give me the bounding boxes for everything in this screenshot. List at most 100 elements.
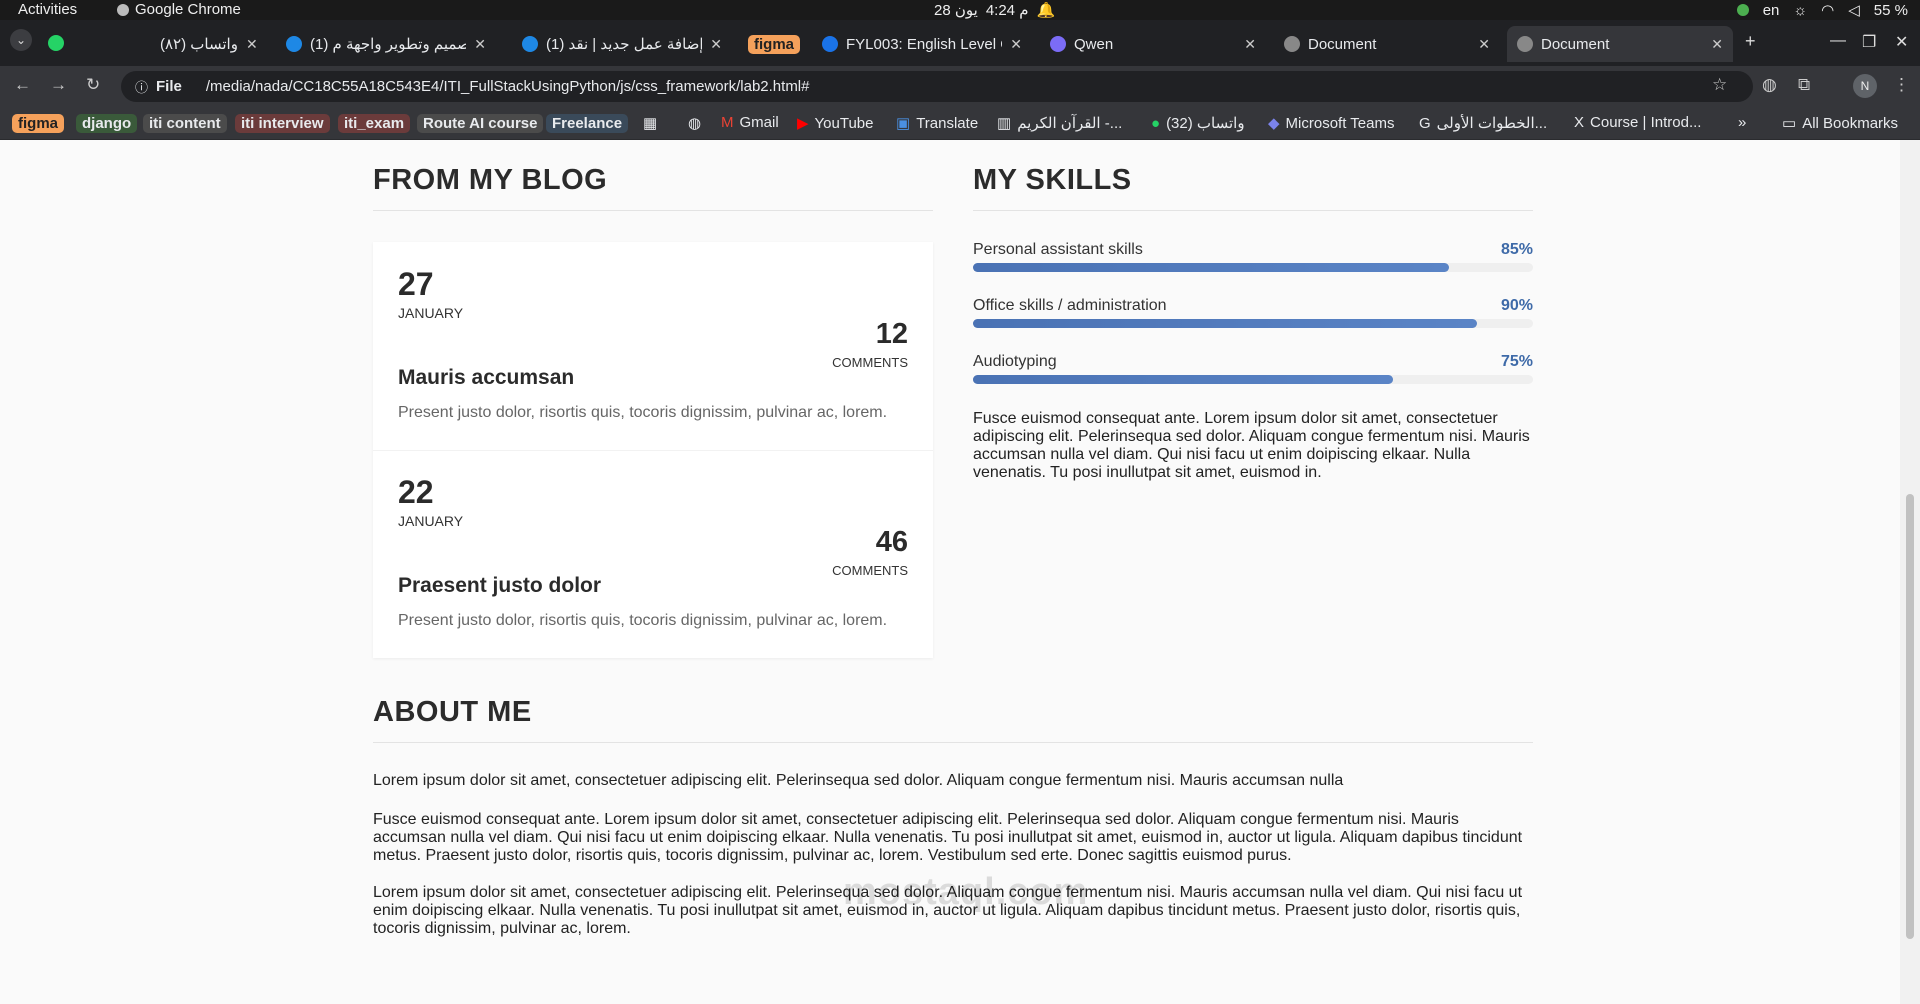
tab-design[interactable]: (1) تصميم وتطوير واجهة م... ✕ (276, 26, 496, 62)
bookmark-freelance[interactable]: Freelance (546, 114, 629, 133)
close-icon[interactable]: ✕ (1010, 36, 1022, 53)
reload-icon[interactable]: ↻ (86, 75, 100, 95)
post-comments-label: COMMENTS (832, 355, 908, 370)
translate-icon[interactable]: ◍ (1762, 75, 1777, 95)
close-window-button[interactable]: ✕ (1895, 32, 1908, 52)
bookmark-figma[interactable]: figma (12, 114, 65, 133)
about-paragraph: Fusce euismod consequat ante. Lorem ipsu… (373, 811, 1523, 864)
bookmarks-bar: figma django iti content iti interview i… (0, 107, 1920, 140)
skill-bar-fill (973, 319, 1477, 328)
bookmark-gmail[interactable]: M Gmail (721, 114, 779, 131)
maximize-button[interactable]: ❐ (1862, 32, 1876, 52)
whatsapp-pinned-tab-icon[interactable] (48, 35, 64, 51)
active-app-menu[interactable]: Google Chrome (117, 1, 241, 18)
tab-add-work[interactable]: (1) إضافة عمل جديد | نقد... ✕ (512, 26, 732, 62)
skill-label: Audiotyping (973, 353, 1057, 370)
new-tab-button[interactable]: + (1745, 31, 1756, 52)
bookmark-iti-content[interactable]: iti content (143, 114, 227, 133)
close-icon[interactable]: ✕ (1244, 36, 1256, 53)
bookmark-route-ai[interactable]: Route AI course (417, 114, 544, 133)
tab-title: Document (1541, 35, 1610, 53)
skill-bar-fill (973, 375, 1393, 384)
tab-document-1[interactable]: Document ✕ (1274, 26, 1500, 62)
post-excerpt: Present justo dolor, risortis quis, toco… (398, 404, 888, 421)
translate-icon: ▣ (896, 115, 911, 132)
activities-button[interactable]: Activities (18, 1, 77, 18)
bookmark-whatsapp[interactable]: ● (32) واتساب (1151, 114, 1245, 133)
battery-level: 55 % (1873, 1, 1908, 19)
chrome-icon (117, 3, 129, 16)
blog-post[interactable]: 22 JANUARY 46 COMMENTS Praesent justo do… (373, 450, 933, 658)
tab-strip: ⌄ (٨٢) واتساب ✕ (1) تصميم وتطوير واجهة م… (0, 20, 1920, 66)
page-scrollbar[interactable] (1900, 140, 1920, 1004)
blog-heading-rule (373, 210, 933, 211)
bookmark-iti-interview[interactable]: iti interview (235, 114, 330, 133)
apps-grid-icon[interactable]: ▦ (643, 114, 657, 132)
tab-group-figma[interactable]: figma (738, 26, 808, 62)
blog-card: 27 JANUARY 12 COMMENTS Mauris accumsan P… (373, 242, 933, 658)
tab-search-button[interactable]: ⌄ (10, 29, 32, 51)
bookmark-youtube[interactable]: ▶ YouTube (797, 114, 874, 133)
extensions-icon[interactable]: ⧉ (1798, 75, 1810, 95)
profile-avatar[interactable]: N (1853, 74, 1877, 98)
bookmark-first-steps[interactable]: G الخطوات الأولى... (1419, 114, 1547, 133)
bookmark-star-icon[interactable]: ☆ (1712, 75, 1727, 95)
bookmark-course[interactable]: X Course | Introd... (1574, 114, 1701, 131)
tab-fyl003[interactable]: FYL003: English Level G... ✕ (812, 26, 1032, 62)
clock[interactable]: 28 يون 4:24 م 🔔 (934, 1, 1055, 19)
close-icon[interactable]: ✕ (474, 36, 486, 53)
tab-title: Qwen (1074, 35, 1114, 53)
bookmark-teams[interactable]: ◆ Microsoft Teams (1268, 114, 1394, 133)
bell-icon: 🔔 (1036, 2, 1056, 19)
post-title[interactable]: Mauris accumsan (398, 366, 574, 390)
scrollbar-thumb[interactable] (1906, 494, 1914, 939)
skill-bar-fill (973, 263, 1449, 272)
close-icon[interactable]: ✕ (710, 36, 722, 53)
tab-title: (1) تصميم وتطوير واجهة م... (310, 36, 467, 53)
back-arrow-icon[interactable]: ← (14, 75, 31, 95)
tab-document-active[interactable]: Document ✕ (1507, 26, 1733, 62)
folder-icon: ▭ (1782, 115, 1797, 132)
about-paragraph: Lorem ipsum dolor sit amet, consectetuer… (373, 772, 1344, 789)
globe-icon (1284, 36, 1300, 52)
all-bookmarks-folder[interactable]: ▭ All Bookmarks (1782, 114, 1898, 133)
blog-post[interactable]: 27 JANUARY 12 COMMENTS Mauris accumsan P… (373, 242, 933, 450)
menu-icon[interactable]: ⋮ (1893, 75, 1910, 95)
wifi-icon: ◠ (1821, 2, 1835, 19)
globe-icon[interactable]: ◍ (688, 114, 701, 132)
watermark: mostaql.com (843, 871, 1089, 913)
tab-group-label: figma (748, 34, 801, 54)
url-text[interactable]: /media/nada/CC18C55A18C543E4/ITI_FullSta… (206, 78, 810, 95)
bookmark-iti-exam[interactable]: iti_exam (338, 114, 411, 133)
bookmark-django[interactable]: django (76, 114, 138, 133)
tab-title: (٨٢) واتساب (160, 36, 238, 53)
clock-date: 28 يون (934, 2, 978, 19)
system-tray[interactable]: en ☼ ◠ ◁ 55 % (1736, 1, 1908, 19)
volume-icon: ◁ (1848, 2, 1860, 19)
tab-qwen[interactable]: Qwen ✕ (1040, 26, 1266, 62)
globe-icon (1517, 36, 1533, 52)
language-indicator[interactable]: en (1763, 2, 1780, 19)
x-icon: X (1574, 114, 1585, 131)
bookmark-translate[interactable]: ▣ Translate (896, 114, 978, 133)
post-title[interactable]: Praesent justo dolor (398, 574, 601, 598)
post-excerpt: Present justo dolor, risortis quis, toco… (398, 612, 888, 629)
minimize-button[interactable]: — (1830, 32, 1846, 50)
skills-description: Fusce euismod consequat ante. Lorem ipsu… (973, 410, 1530, 481)
close-icon[interactable]: ✕ (1711, 36, 1723, 53)
close-icon[interactable]: ✕ (1478, 36, 1490, 53)
skill-track (973, 319, 1533, 328)
gmail-icon: M (721, 114, 734, 131)
skill-percent: 75% (1500, 353, 1533, 370)
info-icon[interactable]: ⓘ (135, 77, 148, 96)
bookmark-quran[interactable]: ▥ القرآن الكريم -... (997, 114, 1122, 132)
omnibox[interactable]: ⓘ File /media/nada/CC18C55A18C543E4/ITI_… (121, 71, 1753, 102)
tab-whatsapp[interactable]: (٨٢) واتساب ✕ (150, 26, 260, 62)
forward-arrow-icon[interactable]: → (50, 75, 67, 95)
mostaql-icon (286, 36, 302, 52)
post-month: JANUARY (398, 305, 464, 321)
more-bookmarks-icon[interactable]: » (1738, 114, 1746, 131)
about-heading-rule (373, 742, 1533, 743)
close-icon[interactable]: ✕ (246, 36, 258, 53)
globe-icon (822, 36, 838, 52)
